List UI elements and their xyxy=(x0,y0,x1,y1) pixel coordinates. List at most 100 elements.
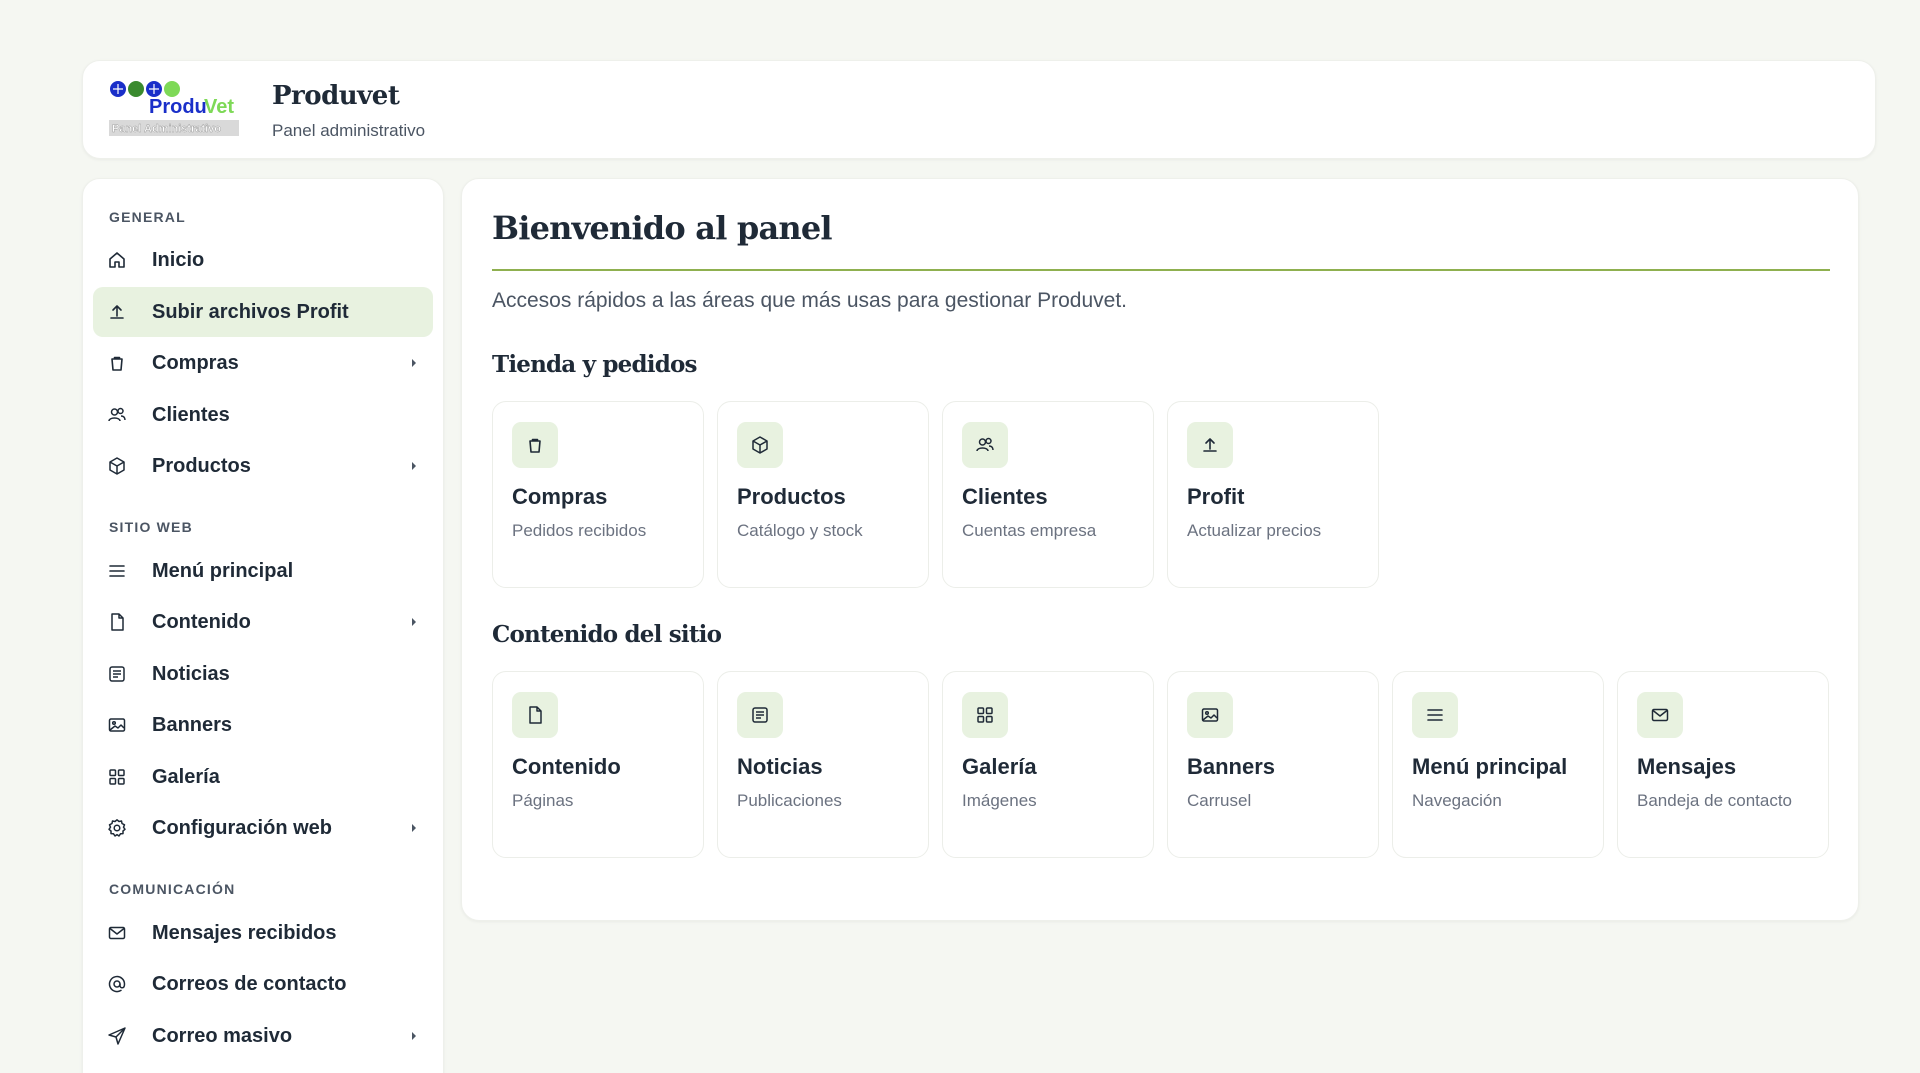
card-title: Galería xyxy=(962,754,1037,779)
upload-icon xyxy=(107,302,127,322)
sidebar-item-mensajes-recibidos[interactable]: Mensajes recibidos xyxy=(93,908,433,958)
sidebar-item-menu-principal[interactable]: Menú principal xyxy=(93,546,433,596)
sidebar-section-comunicacion: COMUNICACIÓN xyxy=(109,881,236,897)
svg-text:Vet: Vet xyxy=(204,96,234,118)
menu-icon xyxy=(1412,692,1458,738)
page-title: Bienvenido al panel xyxy=(492,209,833,247)
card-subtitle: Navegación xyxy=(1412,791,1502,810)
group-title-tienda: Tienda y pedidos xyxy=(492,351,697,378)
sidebar-item-label: Configuración web xyxy=(152,817,332,839)
sidebar-item-label: Noticias xyxy=(152,663,230,685)
app-header: Produ Vet Panel Administrativo Produvet … xyxy=(82,60,1876,159)
sidebar-item-configuracion-web[interactable]: Configuración web xyxy=(93,803,433,853)
card-title: Contenido xyxy=(512,754,621,779)
card-subtitle: Carrusel xyxy=(1187,791,1252,810)
card-title: Profit xyxy=(1187,484,1245,509)
bag-icon xyxy=(512,422,558,468)
sidebar-item-label: Banners xyxy=(152,714,233,736)
sidebar-item-noticias[interactable]: Noticias xyxy=(93,649,433,699)
menu-icon xyxy=(107,561,127,581)
card-title: Noticias xyxy=(737,754,823,779)
file-icon xyxy=(512,692,558,738)
sidebar-section-sitio-web: SITIO WEB xyxy=(109,519,193,535)
sidebar-item-compras[interactable]: Compras xyxy=(93,338,433,388)
image-icon xyxy=(1187,692,1233,738)
home-icon xyxy=(107,250,127,270)
sidebar-item-banners[interactable]: Banners xyxy=(93,700,433,750)
card-title: Clientes xyxy=(962,484,1048,509)
card-subtitle: Cuentas empresa xyxy=(962,521,1097,540)
sidebar-item-correo-masivo[interactable]: Correo masivo xyxy=(93,1011,433,1061)
sidebar-item-correos-de-contacto[interactable]: Correos de contacto xyxy=(93,959,433,1009)
gear-icon xyxy=(107,818,127,838)
sidebar-item-label: Correos de contacto xyxy=(152,973,347,995)
sidebar-item-label: Mensajes recibidos xyxy=(152,922,337,944)
sidebar-item-label: Inicio xyxy=(152,249,205,271)
card-banners[interactable]: Banners Carrusel xyxy=(1167,671,1379,858)
card-title: Banners xyxy=(1187,754,1276,779)
upload-icon xyxy=(1187,422,1233,468)
file-icon xyxy=(107,612,127,632)
card-subtitle: Publicaciones xyxy=(737,791,842,810)
card-title: Mensajes xyxy=(1637,754,1737,779)
produvet-logo[interactable]: Produ Vet Panel Administrativo xyxy=(109,79,239,141)
card-subtitle: Páginas xyxy=(512,791,574,810)
users-icon xyxy=(107,405,127,425)
card-productos[interactable]: Productos Catálogo y stock xyxy=(717,401,929,588)
sidebar-item-label: Correo masivo xyxy=(152,1025,293,1047)
chevron-right-icon xyxy=(409,461,419,471)
users-icon xyxy=(962,422,1008,468)
sidebar-item-label: Galería xyxy=(152,766,220,788)
at-icon xyxy=(107,974,127,994)
card-title: Compras xyxy=(512,484,608,509)
svg-text:Panel Administrativo: Panel Administrativo xyxy=(112,123,221,135)
title-divider xyxy=(492,269,1830,271)
sidebar-item-label: Clientes xyxy=(152,404,230,426)
chevron-right-icon xyxy=(409,358,419,368)
page-description: Accesos rápidos a las áreas que más usas… xyxy=(492,289,1128,312)
news-icon xyxy=(107,664,127,684)
sidebar-item-label: Productos xyxy=(152,455,251,477)
card-contenido[interactable]: Contenido Páginas xyxy=(492,671,704,858)
sidebar-item-label: Compras xyxy=(152,352,239,374)
card-subtitle: Actualizar precios xyxy=(1187,521,1322,540)
brand-title: Produvet xyxy=(272,81,400,111)
card-subtitle: Imágenes xyxy=(962,791,1037,810)
card-profit[interactable]: Profit Actualizar precios xyxy=(1167,401,1379,588)
card-compras[interactable]: Compras Pedidos recibidos xyxy=(492,401,704,588)
chevron-right-icon xyxy=(409,1031,419,1041)
svg-text:Produ: Produ xyxy=(149,96,207,118)
sidebar-item-clientes[interactable]: Clientes xyxy=(93,390,433,440)
box-icon xyxy=(107,456,127,476)
mail-icon xyxy=(107,923,127,943)
sidebar-item-productos[interactable]: Productos xyxy=(93,441,433,491)
group-title-contenido: Contenido del sitio xyxy=(492,621,722,648)
grid-icon xyxy=(962,692,1008,738)
card-title: Productos xyxy=(737,484,846,509)
chevron-right-icon xyxy=(409,617,419,627)
card-galeria[interactable]: Galería Imágenes xyxy=(942,671,1154,858)
card-noticias[interactable]: Noticias Publicaciones xyxy=(717,671,929,858)
card-subtitle: Pedidos recibidos xyxy=(512,521,647,540)
sidebar-item-subir-archivos-profit[interactable]: Subir archivos Profit xyxy=(93,287,433,337)
sidebar-item-inicio[interactable]: Inicio xyxy=(93,235,433,285)
card-menu-principal[interactable]: Menú principal Navegación xyxy=(1392,671,1604,858)
sidebar-item-galeria[interactable]: Galería xyxy=(93,752,433,802)
sidebar-item-contenido[interactable]: Contenido xyxy=(93,597,433,647)
image-icon xyxy=(107,715,127,735)
box-icon xyxy=(737,422,783,468)
card-subtitle: Bandeja de contacto xyxy=(1637,791,1793,810)
sidebar-item-label: Menú principal xyxy=(152,560,294,582)
mail-icon xyxy=(1637,692,1683,738)
card-title: Menú principal xyxy=(1412,754,1568,779)
card-subtitle: Catálogo y stock xyxy=(737,521,863,540)
sidebar-item-label: Subir archivos Profit xyxy=(152,301,349,323)
sidebar-item-label: Contenido xyxy=(152,611,251,633)
sidebar: GENERAL Inicio Subir archivos Profit Com… xyxy=(82,178,444,1073)
card-clientes[interactable]: Clientes Cuentas empresa xyxy=(942,401,1154,588)
bag-icon xyxy=(107,353,127,373)
grid-icon xyxy=(107,767,127,787)
card-mensajes[interactable]: Mensajes Bandeja de contacto xyxy=(1617,671,1829,858)
send-icon xyxy=(107,1026,127,1046)
chevron-right-icon xyxy=(409,823,419,833)
